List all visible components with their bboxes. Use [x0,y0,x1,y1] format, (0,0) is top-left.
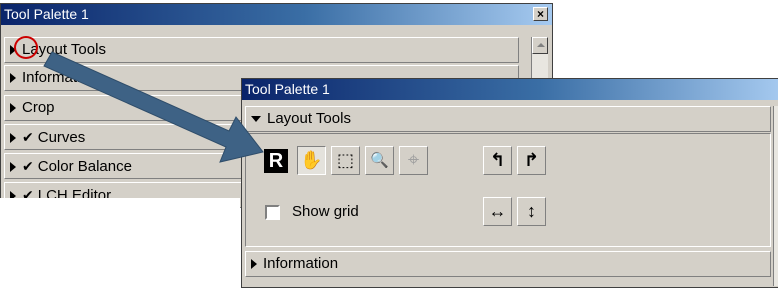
callout-arrow [43,51,264,163]
callout-arrow-shape [43,51,264,163]
